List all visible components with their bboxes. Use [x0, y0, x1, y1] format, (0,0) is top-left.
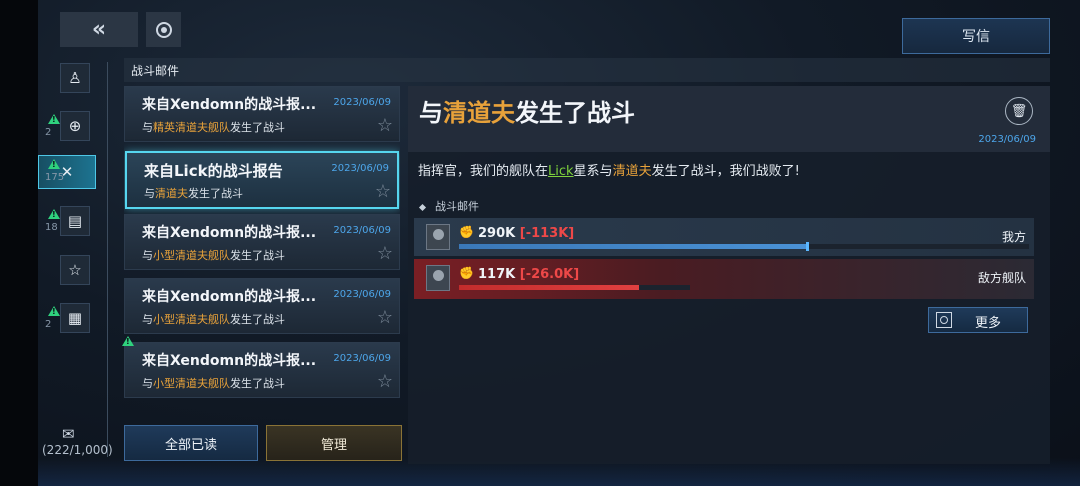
sidebar-badge-count: 2 [45, 319, 52, 330]
mail-list-item[interactable]: 来自Lick的战斗报告 2023/06/09 与清道夫发生了战斗 ☆ [125, 151, 399, 209]
double-chevron-left-icon: « [91, 17, 107, 42]
star-icon[interactable]: ☆ [377, 115, 393, 136]
ally-power: 290K [-113K] [478, 226, 575, 241]
mail-date: 2023/06/09 [333, 225, 391, 236]
enemy-power-bar [459, 285, 690, 290]
read-all-label: 全部已读 [164, 437, 217, 453]
person-badge-icon: ♙ [68, 69, 82, 87]
star-icon[interactable]: ☆ [377, 243, 393, 264]
sidebar-item-globe[interactable]: ⊕ [60, 111, 90, 141]
manage-label: 管理 [320, 437, 347, 453]
sidebar-divider [107, 62, 108, 457]
mail-summary: 与小型清道夫舰队发生了战斗 [142, 249, 285, 262]
detail-body-text: 指挥官，我们的舰队在Lick星系与清道夫发生了战斗，我们战败了! [418, 164, 800, 179]
star-icon[interactable]: ☆ [375, 181, 391, 202]
mail-subject: 来自Xendomn的战斗报... [142, 97, 317, 113]
sidebar-badge-count: 18 [45, 222, 58, 233]
sidebar-item-document[interactable]: ▤ [60, 206, 90, 236]
fist-power-icon: ✊ [459, 266, 474, 280]
mail-list-item[interactable]: 来自Xendomn的战斗报... 2023/06/09 与小型清道夫舰队发生了战斗 ☆ [124, 278, 400, 334]
mail-list-item[interactable]: 来自Xendomn的战斗报... 2023/06/09 与小型清道夫舰队发生了战斗 ☆ [124, 214, 400, 270]
trash-icon: 🗑 [1010, 103, 1028, 119]
warning-icon [48, 114, 60, 124]
warning-icon [48, 159, 60, 169]
refresh-icon [155, 21, 172, 38]
warning-icon [122, 336, 134, 346]
detail-header: 与清道夫发生了战斗 🗑 2023/06/09 [408, 86, 1050, 152]
sidebar-item-star[interactable]: ☆ [60, 255, 90, 285]
detail-title: 与清道夫发生了战斗 [419, 99, 635, 127]
write-letter-button[interactable]: 写信 [902, 18, 1050, 54]
enemy-power: 117K [-26.0K] [478, 267, 580, 282]
warning-icon [48, 209, 60, 219]
battle-mail-subtitle: 战斗邮件 [418, 198, 479, 214]
star-icon: ☆ [68, 261, 82, 279]
star-icon[interactable]: ☆ [377, 307, 393, 328]
star-icon[interactable]: ☆ [377, 371, 393, 392]
mail-list-item[interactable]: 来自Xendomn的战斗报... 2023/06/09 与精英清道夫舰队发生了战斗 ☆ [124, 86, 400, 142]
magnifier-icon [936, 312, 952, 328]
warning-icon [48, 306, 60, 316]
fist-power-icon: ✊ [459, 225, 474, 239]
sidebar-badge-count: 2 [45, 127, 52, 138]
enemy-label: 敌方舰队 [977, 271, 1026, 285]
ally-fleet-row[interactable]: ✊ 290K [-113K] 我方 [414, 218, 1034, 256]
mail-date: 2023/06/09 [331, 163, 389, 174]
mail-count: (222/1,000) [42, 443, 113, 457]
section-header [124, 58, 1050, 82]
mail-date: 2023/06/09 [333, 97, 391, 108]
mail-date: 2023/06/09 [333, 353, 391, 364]
sidebar-item-gift[interactable]: ▦ [60, 303, 90, 333]
system-link[interactable]: Lick [548, 164, 574, 179]
mail-summary: 与小型清道夫舰队发生了战斗 [142, 313, 285, 326]
sidebar-badge-count: 175 [45, 172, 65, 183]
back-button[interactable]: « [60, 12, 138, 47]
screen-edge [0, 0, 38, 486]
ally-label: 我方 [1001, 230, 1026, 244]
globe-icon: ⊕ [68, 117, 82, 135]
more-button[interactable]: 更多 [928, 307, 1028, 333]
delete-button[interactable]: 🗑 [1005, 97, 1033, 125]
manage-button[interactable]: 管理 [266, 425, 402, 461]
mail-summary: 与清道夫发生了战斗 [144, 187, 243, 200]
refresh-button[interactable] [146, 12, 181, 47]
gift-icon: ▦ [67, 309, 83, 327]
mail-list[interactable]: 来自Xendomn的战斗报... 2023/06/09 与精英清道夫舰队发生了战斗 ☆… [124, 86, 400, 412]
read-all-button[interactable]: 全部已读 [124, 425, 258, 461]
mail-date: 2023/06/09 [333, 289, 391, 300]
mail-detail-panel: 与清道夫发生了战斗 🗑 2023/06/09 指挥官，我们的舰队在Lick星系与… [408, 86, 1050, 464]
mail-subject: 来自Xendomn的战斗报... [142, 225, 317, 241]
mail-subject: 来自Xendomn的战斗报... [142, 289, 317, 305]
section-title: 战斗邮件 [131, 64, 180, 78]
envelope-icon: ✉ [62, 425, 75, 443]
more-label: 更多 [975, 316, 1002, 331]
document-icon: ▤ [67, 212, 83, 230]
write-letter-label: 写信 [962, 29, 990, 45]
diamond-icon [418, 203, 427, 211]
sidebar-item-person-badge[interactable]: ♙ [60, 63, 90, 93]
detail-date: 2023/06/09 [978, 134, 1036, 145]
mail-list-item[interactable]: 来自Xendomn的战斗报... 2023/06/09 与小型清道夫舰队发生了战斗 ☆ [124, 342, 400, 398]
ally-power-bar-fill [459, 244, 807, 249]
enemy-avatar [426, 265, 450, 291]
ally-power-bar [459, 242, 1029, 251]
ally-bar-marker [805, 242, 809, 251]
mail-summary: 与小型清道夫舰队发生了战斗 [142, 377, 285, 390]
ally-avatar [426, 224, 450, 250]
enemy-fleet-row[interactable]: ✊ 117K [-26.0K] 敌方舰队 [414, 259, 1034, 299]
enemy-power-bar-fill [459, 285, 640, 290]
mail-subject: 来自Xendomn的战斗报... [142, 353, 317, 369]
mail-summary: 与精英清道夫舰队发生了战斗 [142, 121, 285, 134]
mail-subject: 来自Lick的战斗报告 [144, 162, 283, 180]
